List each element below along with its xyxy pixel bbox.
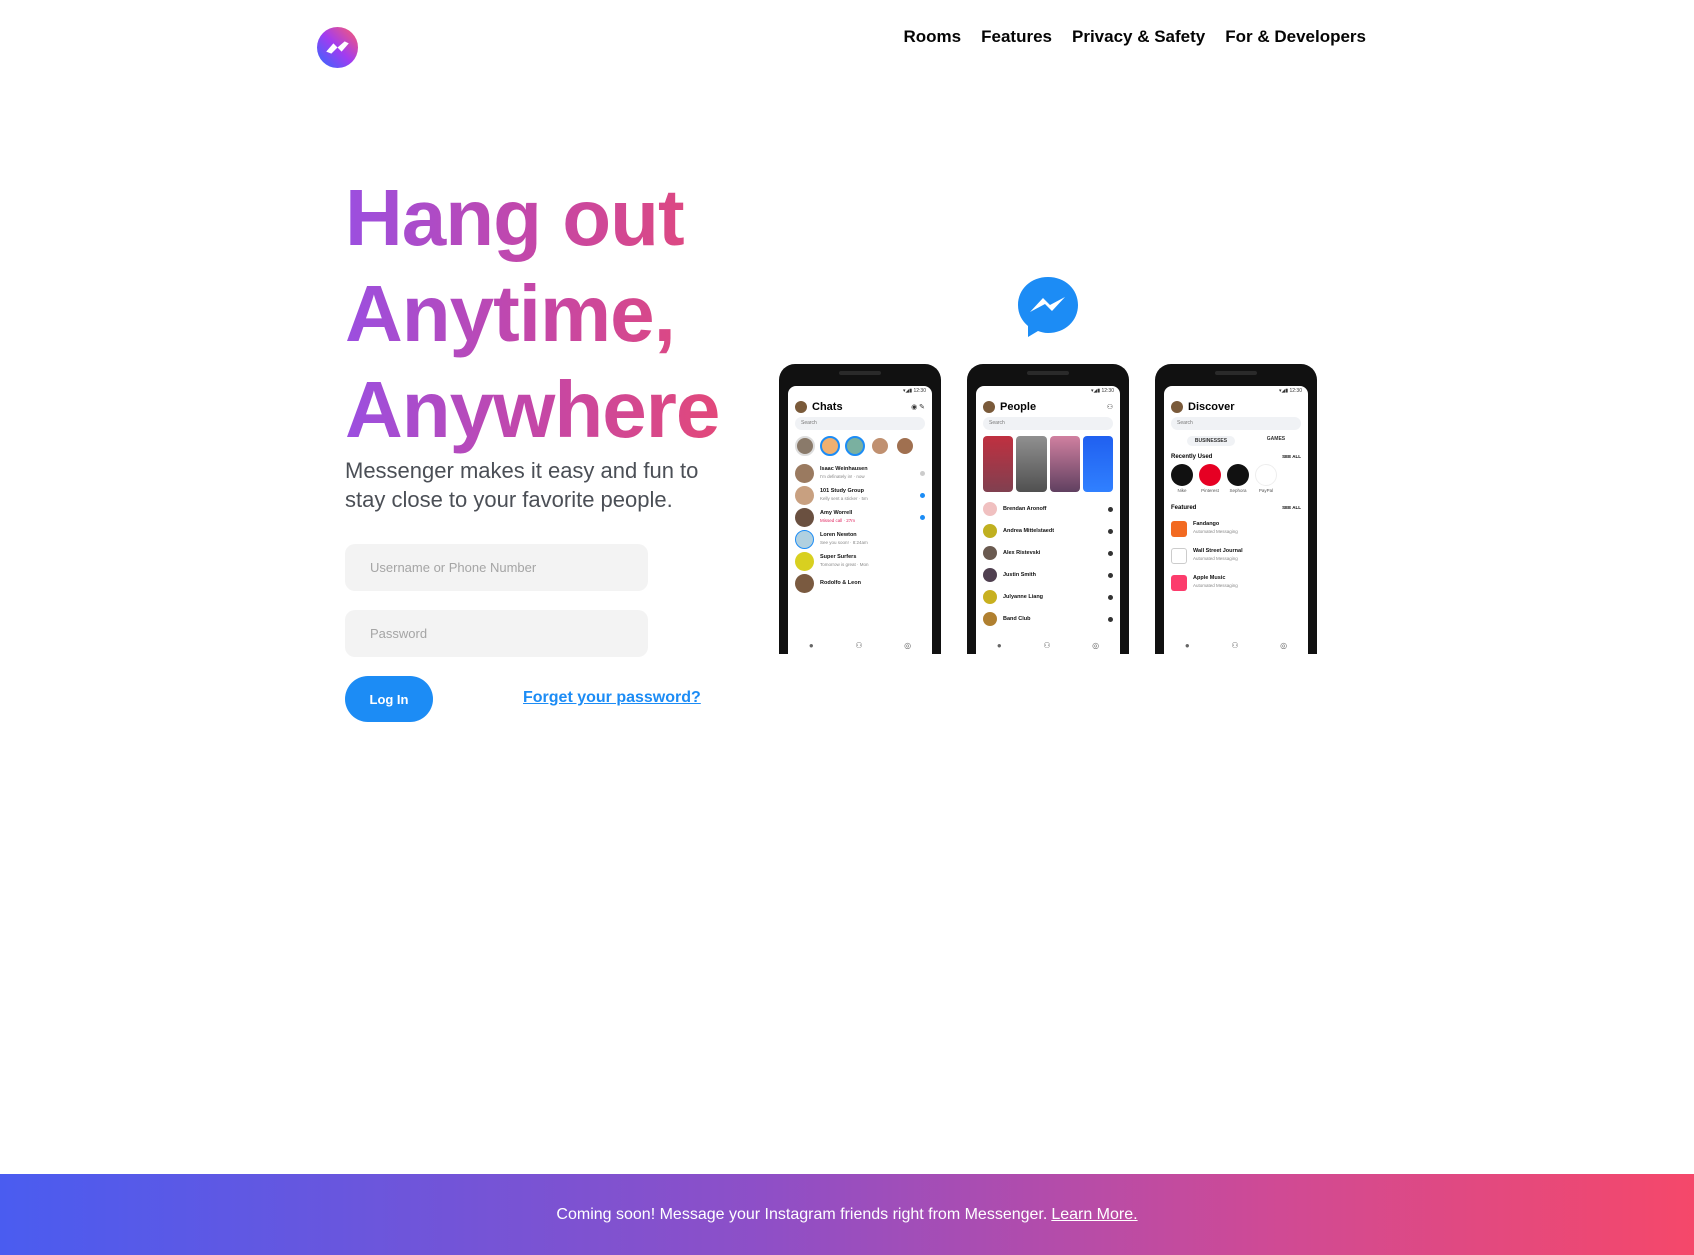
stories-row (788, 436, 932, 462)
discover-header: Discover (1164, 398, 1308, 417)
headline-line-1: Hang out (345, 173, 684, 262)
hero-subtitle: Messenger makes it easy and fun to stay … (345, 458, 699, 512)
story-cards (976, 436, 1120, 498)
phone-speaker (1027, 371, 1069, 375)
chat-tab-icon: ● (1184, 641, 1190, 650)
chats-title: Chats (812, 401, 843, 413)
segment-games: GAMES (1266, 436, 1286, 442)
phone-screen: ▾◢▮ 12:30 People ⚇ Search Brendan Aronof… (976, 386, 1120, 654)
phone-tab-bar: ● ⚇ ◎ (1164, 641, 1308, 650)
messenger-logo-icon[interactable] (317, 27, 358, 68)
segment-businesses: BUSINESSES (1186, 436, 1236, 446)
discover-title: Discover (1188, 401, 1235, 413)
list-item: Super Surfers Tomorrow is great · Mon (788, 550, 932, 572)
story-avatar (820, 436, 840, 456)
list-item: Justin Smith (976, 564, 1120, 586)
discover-search: Search (1171, 417, 1301, 430)
list-item: Rodolfo & Leon (788, 572, 932, 594)
list-item: Brendan Aronoff (976, 498, 1120, 520)
status-bar: ▾◢▮ 12:30 (902, 388, 926, 394)
hero-headline: Hang out Anytime, Anywhere (345, 170, 719, 458)
list-item: Isaac Weinhausen I'm definately in! · now (788, 462, 932, 484)
phone-tab-bar: ● ⚇ ◎ (976, 641, 1120, 650)
list-item: Alex Ristevski (976, 542, 1120, 564)
people-header: People ⚇ (976, 398, 1120, 417)
list-item: Band Club (976, 608, 1120, 630)
discover-tab-icon: ◎ (1092, 641, 1100, 650)
list-item: Fandango Automated Messaging (1164, 515, 1308, 542)
list-item: Amy Worrell Missed call · 27m (788, 506, 932, 528)
phone-people-mockup: ▾◢▮ 12:30 People ⚇ Search Brendan Aronof… (967, 364, 1129, 654)
banner-text: Coming soon! Message your Instagram frie… (556, 1205, 1048, 1223)
recent-brands (1164, 464, 1308, 488)
nav-rooms-link[interactable]: Rooms (903, 26, 961, 48)
people-tab-icon: ⚇ (1231, 641, 1239, 650)
phone-screen: ▾◢▮ 12:30 Discover Search BUSINESSES GAM… (1164, 386, 1308, 654)
story-card (1082, 436, 1113, 492)
people-tab-icon: ⚇ (855, 641, 863, 650)
paypal-icon (1255, 464, 1277, 486)
camera-icon: ◉ ✎ (911, 404, 925, 411)
story-card (1049, 436, 1080, 492)
people-title: People (1000, 401, 1037, 413)
learn-more-link[interactable]: Learn More. (1051, 1206, 1137, 1224)
avatar (983, 401, 995, 413)
avatar (795, 401, 807, 413)
list-item: Wall Street Journal Automated Messaging (1164, 542, 1308, 569)
list-item: Andrea Mittelstaedt (976, 520, 1120, 542)
pinterest-icon (1199, 464, 1221, 486)
status-bar: ▾◢▮ 12:30 (1090, 388, 1114, 394)
password-input[interactable] (345, 610, 648, 657)
story-card (1016, 436, 1047, 492)
featured-header: Featured SEE ALL (1171, 505, 1301, 511)
story-avatar (895, 436, 915, 456)
add-person-icon: ⚇ (1106, 404, 1113, 411)
headline-line-2: Anytime, (345, 269, 675, 358)
people-search: Search (983, 417, 1113, 430)
list-item: 101 Study Group Kelly sent a sticker · 5m (788, 484, 932, 506)
chat-list: Isaac Weinhausen I'm definately in! · now… (788, 462, 932, 594)
status-bar: ▾◢▮ 12:30 (1278, 388, 1302, 394)
phone-speaker (839, 371, 881, 375)
list-item: Julyanne Liang (976, 586, 1120, 608)
story-avatar (845, 436, 865, 456)
phone-speaker (1215, 371, 1257, 375)
list-item: Loren Newton See you soon! · 8:24am (788, 528, 932, 550)
username-input[interactable] (345, 544, 648, 591)
login-button[interactable]: Log In (345, 676, 433, 722)
nav-privacy-link[interactable]: Privacy & Safety (1072, 26, 1205, 48)
top-nav: Rooms Features Privacy & Safety For & De… (903, 26, 1366, 48)
instagram-banner: Coming soon! Message your Instagram frie… (0, 1174, 1694, 1255)
story-card (983, 436, 1014, 492)
chats-header: Chats ◉ ✎ (788, 398, 932, 417)
chat-tab-icon: ● (808, 641, 814, 650)
recently-used-header: Recently Used SEE ALL (1171, 454, 1301, 460)
discover-segments: BUSINESSES GAMES (1164, 436, 1308, 452)
headline-line-3: Anywhere (345, 365, 720, 454)
discover-tab-icon: ◎ (1280, 641, 1288, 650)
messenger-bubble-icon (1018, 277, 1078, 337)
phone-tab-bar: ● ⚇ ◎ (788, 641, 932, 650)
nav-developers-link[interactable]: For & Developers (1225, 26, 1366, 48)
story-avatar (870, 436, 890, 456)
phone-discover-mockup: ▾◢▮ 12:30 Discover Search BUSINESSES GAM… (1155, 364, 1317, 654)
phone-screen: ▾◢▮ 12:30 Chats ◉ ✎ Search Isaac Weinhau… (788, 386, 932, 654)
chat-tab-icon: ● (996, 641, 1002, 650)
story-avatar (795, 436, 815, 456)
people-tab-icon: ⚇ (1043, 641, 1051, 650)
discover-tab-icon: ◎ (904, 641, 912, 650)
people-list: Brendan Aronoff Andrea Mittelstaedt Alex… (976, 498, 1120, 630)
chats-search: Search (795, 417, 925, 430)
forgot-password-link[interactable]: Forget your password? (523, 689, 701, 707)
recent-brand-names: Nike Pinterest Sephora PayPal (1177, 488, 1274, 493)
avatar (1171, 401, 1183, 413)
nav-features-link[interactable]: Features (981, 26, 1052, 48)
featured-list: Fandango Automated Messaging Wall Street … (1164, 515, 1308, 596)
nike-icon (1171, 464, 1193, 486)
phone-chats-mockup: ▾◢▮ 12:30 Chats ◉ ✎ Search Isaac Weinhau… (779, 364, 941, 654)
sephora-icon (1227, 464, 1249, 486)
list-item: Apple Music Automated Messaging (1164, 569, 1308, 596)
